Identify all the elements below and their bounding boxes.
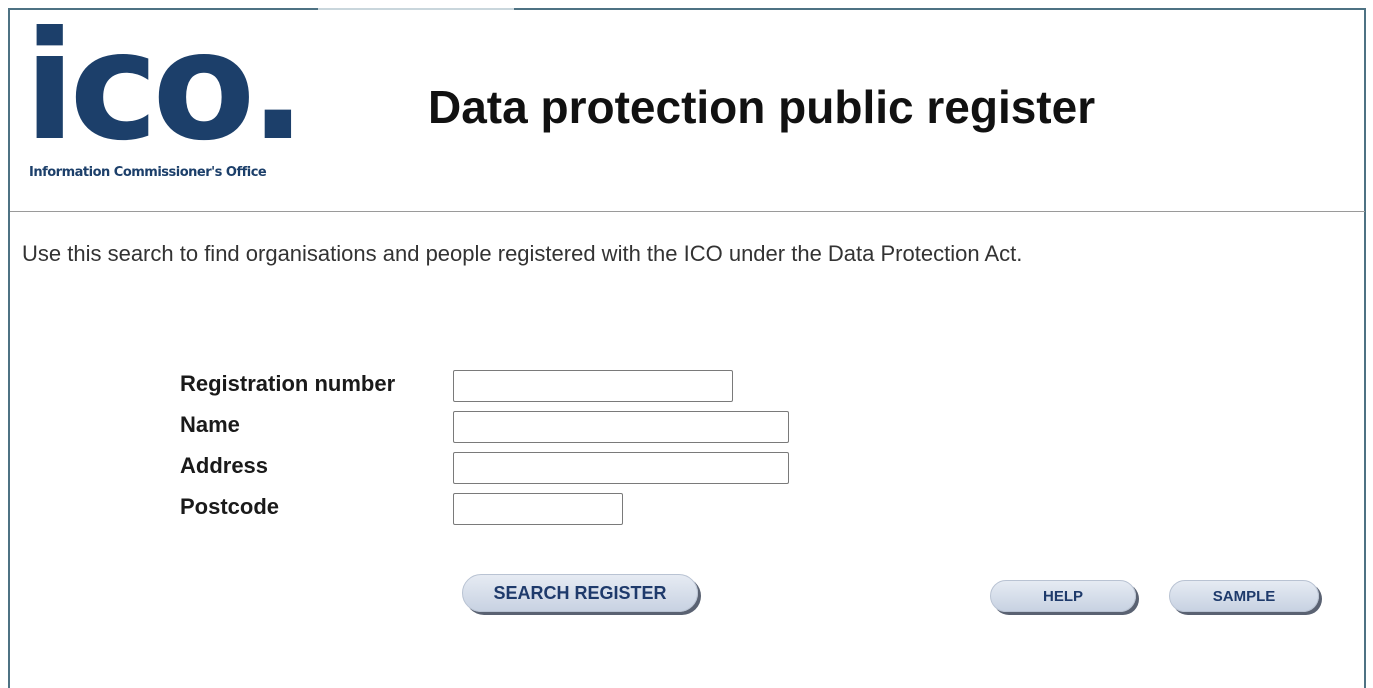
help-button[interactable]: HELP xyxy=(990,580,1136,612)
postcode-field[interactable] xyxy=(453,493,623,525)
page-title: Data protection public register xyxy=(428,81,1096,133)
registration-number-field[interactable] xyxy=(453,370,733,402)
search-register-label: SEARCH REGISTER xyxy=(493,582,667,603)
postcode-label: Postcode xyxy=(180,494,280,519)
registration-number-label: Registration number xyxy=(180,371,396,396)
intro-text: Use this search to find organisations an… xyxy=(22,241,1023,266)
ico-logo[interactable]: ico. Information Commissioner's Office xyxy=(24,12,306,190)
frame-top-accent xyxy=(318,8,514,10)
logo-subtitle: Information Commissioner's Office xyxy=(29,165,267,180)
address-label: Address xyxy=(180,453,269,478)
logo-wordmark: ico. xyxy=(24,0,306,174)
name-label: Name xyxy=(180,412,240,437)
name-field[interactable] xyxy=(453,411,789,443)
address-field[interactable] xyxy=(453,452,789,484)
sample-label: SAMPLE xyxy=(1212,587,1276,605)
sample-button[interactable]: SAMPLE xyxy=(1169,580,1319,612)
help-label: HELP xyxy=(1042,587,1083,605)
header-divider xyxy=(10,211,1365,212)
search-register-button[interactable]: SEARCH REGISTER xyxy=(462,574,698,612)
